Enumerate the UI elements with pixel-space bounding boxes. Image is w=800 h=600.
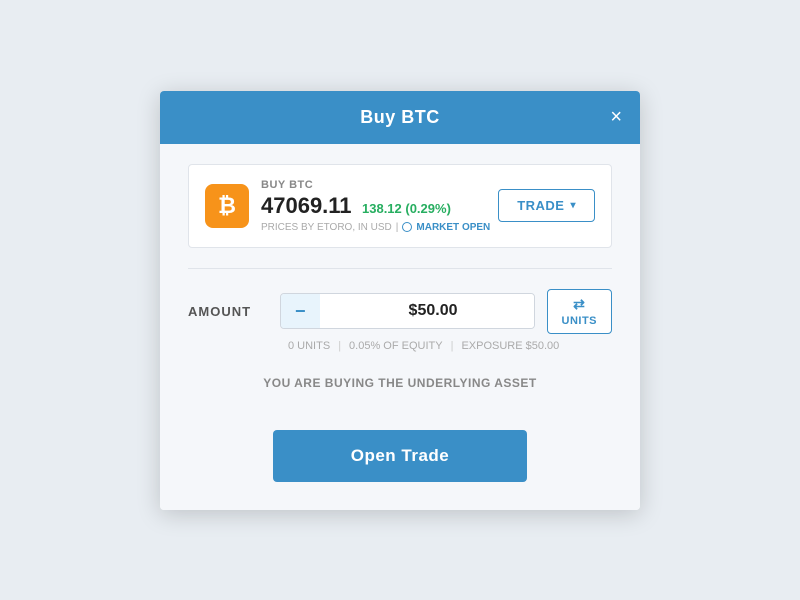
amount-decrease-button[interactable]: − — [281, 294, 320, 328]
modal-header: Buy BTC × — [160, 91, 640, 144]
chevron-down-icon: ▾ — [570, 200, 576, 211]
price-source: PRICES BY ETORO, IN USD — [261, 222, 392, 233]
amount-row: AMOUNT − + ⇄ UNITS — [188, 289, 612, 334]
modal-body: ₿ BUY BTC 47069.11 138.12 (0.29%) PRICES… — [160, 144, 640, 510]
asset-price: 47069.11 — [261, 193, 352, 218]
market-status: MARKET OPEN — [416, 222, 490, 233]
asset-change: 138.12 (0.29%) — [362, 201, 451, 216]
exposure-value: EXPOSURE $50.00 — [453, 340, 567, 352]
close-button[interactable]: × — [610, 107, 622, 127]
asset-row: ₿ BUY BTC 47069.11 138.12 (0.29%) PRICES… — [188, 164, 612, 248]
amount-label: AMOUNT — [188, 304, 268, 319]
asset-info: ₿ BUY BTC 47069.11 138.12 (0.29%) PRICES… — [205, 179, 490, 233]
open-trade-button[interactable]: Open Trade — [273, 430, 527, 482]
asset-details: BUY BTC 47069.11 138.12 (0.29%) PRICES B… — [261, 179, 490, 233]
asset-label: BUY BTC — [261, 179, 490, 191]
separator: | — [396, 222, 399, 233]
modal-title: Buy BTC — [360, 107, 440, 128]
btc-icon: ₿ — [205, 184, 249, 228]
asset-meta: PRICES BY ETORO, IN USD | MARKET OPEN — [261, 222, 490, 233]
buy-btc-modal: Buy BTC × ₿ BUY BTC 47069.11 138.12 (0.2… — [160, 91, 640, 510]
btc-symbol: ₿ — [218, 193, 236, 219]
underlying-asset-message: YOU ARE BUYING THE UNDERLYING ASSET — [188, 376, 612, 390]
swap-icon: ⇄ — [573, 296, 585, 313]
amount-input[interactable] — [320, 294, 535, 328]
units-label: UNITS — [562, 315, 598, 327]
equity-percent: 0.05% OF EQUITY — [341, 340, 451, 352]
clock-icon — [402, 222, 412, 232]
units-count: 0 UNITS — [280, 340, 338, 352]
trade-dropdown-button[interactable]: TRADE ▾ — [498, 189, 595, 222]
trade-label: TRADE — [517, 198, 564, 213]
amount-sub-info: 0 UNITS | 0.05% OF EQUITY | EXPOSURE $50… — [280, 340, 612, 352]
price-row: 47069.11 138.12 (0.29%) — [261, 193, 490, 219]
amount-controls: − + — [280, 293, 535, 329]
divider — [188, 268, 612, 269]
units-toggle-button[interactable]: ⇄ UNITS — [547, 289, 613, 334]
